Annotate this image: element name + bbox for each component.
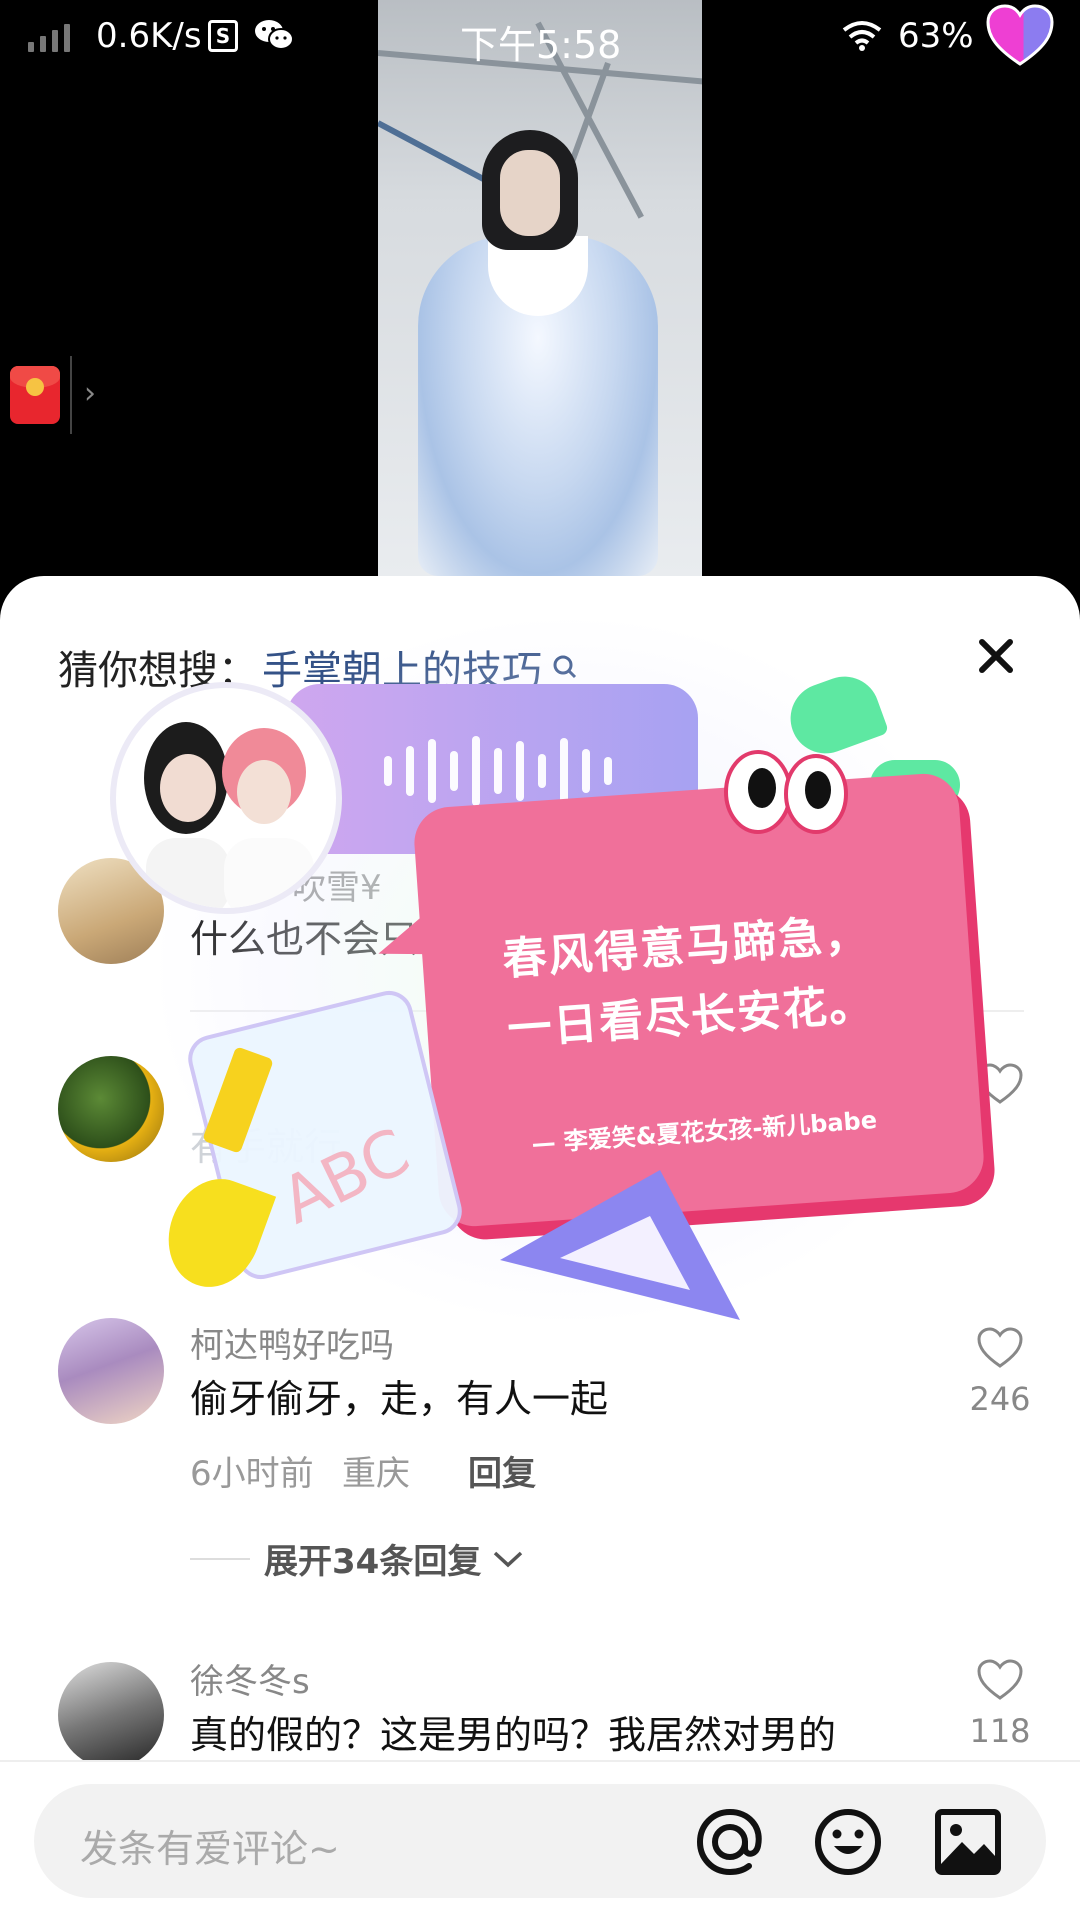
like-button[interactable]: 118 — [966, 1658, 1034, 1750]
comment-text[interactable]: 真的假的？这是男的吗？我居然对男的 — [190, 1704, 836, 1759]
comment-location: 重庆 — [342, 1454, 410, 1494]
search-icon — [552, 644, 578, 690]
red-packet-icon[interactable] — [10, 366, 60, 424]
comment-username[interactable]: 徐冬冬s — [190, 1654, 310, 1703]
comment-input-bar: 发条有爱评论~ — [0, 1760, 1080, 1920]
image-icon[interactable] — [932, 1806, 1004, 1878]
comment-text[interactable]: 有手就行 — [190, 1116, 342, 1171]
reply-button[interactable]: 回复 — [468, 1446, 536, 1495]
search-suggestion[interactable]: 猜你想搜： 手掌朝上的技巧 — [58, 638, 578, 696]
heart-icon — [977, 1659, 1023, 1700]
signal-icon — [28, 22, 70, 52]
avatar[interactable] — [58, 1662, 164, 1768]
comment-time: 6小时前 — [190, 1454, 314, 1494]
expand-replies-label: 展开34条回复 — [264, 1542, 482, 1582]
comment-sheet: 猜你想搜： 手掌朝上的技巧 吹雪¥ 什么也不会只会手 有手就行 柯达鸭好吃吗 偷… — [0, 576, 1080, 1920]
comment-input[interactable]: 发条有爱评论~ — [34, 1784, 1046, 1898]
like-button[interactable] — [966, 1062, 1034, 1110]
avatar[interactable] — [58, 1318, 164, 1424]
at-icon[interactable] — [694, 1806, 766, 1878]
wifi-icon — [842, 20, 882, 61]
avatar[interactable] — [58, 1056, 164, 1162]
comment-text[interactable]: 什么也不会只会手 — [190, 908, 494, 963]
video-preview[interactable] — [378, 0, 702, 576]
network-speed: 0.6K/s — [96, 16, 202, 56]
comment-username[interactable]: 吹雪¥ — [292, 860, 382, 909]
emoji-icon[interactable] — [812, 1806, 884, 1878]
like-button[interactable]: 246 — [966, 1326, 1034, 1418]
heart-icon — [977, 1327, 1023, 1368]
suggestion-prefix: 猜你想搜： — [58, 648, 258, 694]
comment-username[interactable]: 柯达鸭好吃吗 — [190, 1318, 394, 1367]
like-count: 246 — [969, 1380, 1031, 1418]
heart-icon — [977, 1063, 1023, 1104]
battery-level: 63% — [898, 16, 974, 56]
divider — [190, 1010, 1024, 1012]
comment-input-placeholder: 发条有爱评论~ — [80, 1827, 340, 1871]
close-icon[interactable] — [976, 636, 1016, 676]
expand-replies-button[interactable]: 展开34条回复 — [190, 1534, 525, 1583]
chevron-right-icon[interactable]: › — [84, 376, 96, 411]
s-badge-icon: S — [208, 20, 238, 52]
comment-text[interactable]: 偷牙偷牙，走，有人一起 — [190, 1368, 608, 1423]
divider — [70, 356, 72, 434]
chevron-down-icon — [494, 1551, 523, 1567]
avatar[interactable] — [58, 858, 164, 964]
wechat-icon — [254, 18, 294, 61]
suggestion-keyword[interactable]: 手掌朝上的技巧 — [262, 638, 542, 696]
heart-status-icon — [986, 4, 1054, 77]
status-bar: 0.6K/s S 下午5:58 63% — [0, 0, 1080, 80]
clock-time: 下午5:58 — [460, 23, 622, 67]
like-count: 118 — [969, 1712, 1031, 1750]
person-face — [500, 150, 560, 236]
